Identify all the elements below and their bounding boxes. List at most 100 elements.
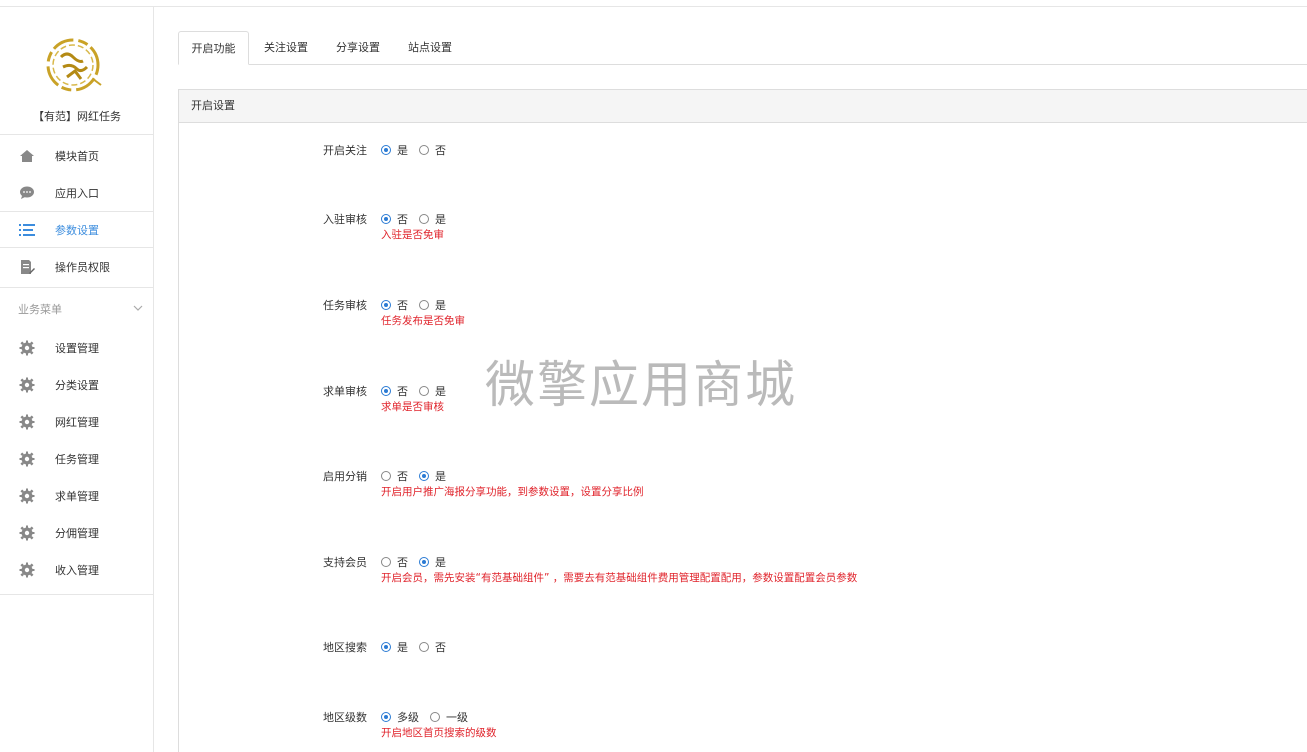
edit-doc-icon xyxy=(18,258,36,276)
setting-label: 任务审核 xyxy=(323,299,367,312)
nav-item-operators[interactable]: 操作员权限 xyxy=(0,248,153,285)
radio-label: 是 xyxy=(435,299,446,312)
radio-label: 是 xyxy=(397,144,408,157)
radio-label: 否 xyxy=(397,299,408,312)
setting-label: 地区级数 xyxy=(323,711,367,724)
tab-enable-features[interactable]: 开启功能 xyxy=(178,31,249,65)
radio-button[interactable] xyxy=(419,145,429,155)
nav-item-label: 设置管理 xyxy=(55,341,99,355)
tab-share-settings[interactable]: 分享设置 xyxy=(324,31,392,65)
radio-button[interactable] xyxy=(381,386,391,396)
radio-label: 否 xyxy=(397,556,408,569)
radio-label: 是 xyxy=(435,213,446,226)
radio-button[interactable] xyxy=(381,471,391,481)
radio-button[interactable] xyxy=(381,557,391,567)
radio-button[interactable] xyxy=(419,642,429,652)
top-divider xyxy=(0,6,1307,7)
radio-option[interactable]: 是 xyxy=(419,554,446,570)
radio-button[interactable] xyxy=(419,214,429,224)
business-menu-list: 设置管理 分类设置 网红管理 任务管理 求单管理 分佣管理 收入管理 xyxy=(0,329,153,595)
help-text: 开启用户推广海报分享功能，到参数设置，设置分享比例 xyxy=(381,486,644,498)
nav-item-home[interactable]: 模块首页 xyxy=(0,137,153,174)
nav-item-requests[interactable]: 求单管理 xyxy=(0,477,153,514)
radio-option[interactable]: 是 xyxy=(419,383,446,399)
radio-label: 是 xyxy=(435,385,446,398)
radio-option[interactable]: 多级 xyxy=(381,709,419,725)
tab-site-settings[interactable]: 站点设置 xyxy=(396,31,464,65)
nav-item-label: 模块首页 xyxy=(55,149,99,163)
radio-option[interactable]: 否 xyxy=(381,468,408,484)
nav-item-tasks[interactable]: 任务管理 xyxy=(0,440,153,477)
gear-icon xyxy=(18,561,36,579)
radio-button[interactable] xyxy=(419,557,429,567)
radio-button[interactable] xyxy=(381,712,391,722)
radio-option[interactable]: 一级 xyxy=(430,709,468,725)
nav-item-label: 收入管理 xyxy=(55,563,99,577)
radio-label: 是 xyxy=(435,470,446,483)
gear-icon xyxy=(18,487,36,505)
radio-option[interactable]: 是 xyxy=(419,468,446,484)
nav-item-category[interactable]: 分类设置 xyxy=(0,366,153,403)
home-icon xyxy=(18,147,36,165)
radio-label: 否 xyxy=(397,385,408,398)
nav-item-settings-mgmt[interactable]: 设置管理 xyxy=(0,329,153,366)
radio-option[interactable]: 是 xyxy=(419,211,446,227)
nav-item-commission[interactable]: 分佣管理 xyxy=(0,514,153,551)
help-text: 入驻是否免审 xyxy=(381,229,444,241)
help-text: 开启会员，需先安装“有范基础组件” ，需要去有范基础组件费用管理配置配用，参数设… xyxy=(381,572,858,584)
help-text: 求单是否审核 xyxy=(381,401,444,413)
nav-item-label: 分类设置 xyxy=(55,378,99,392)
radio-button[interactable] xyxy=(381,145,391,155)
nav-item-label: 应用入口 xyxy=(55,186,99,200)
radio-button[interactable] xyxy=(419,386,429,396)
setting-label: 入驻审核 xyxy=(323,213,367,226)
nav-item-entry[interactable]: 应用入口 xyxy=(0,174,153,211)
app-name: 【有范】网红任务 xyxy=(33,110,121,123)
nav-item-params[interactable]: 参数设置 xyxy=(0,211,153,248)
radio-option[interactable]: 否 xyxy=(381,554,408,570)
radio-button[interactable] xyxy=(419,300,429,310)
settings-panel: 开启设置 开启关注 是 否 入驻审核 否 是 入驻是否免审 任务审核 否 是 任… xyxy=(178,89,1307,752)
radio-button[interactable] xyxy=(381,300,391,310)
gear-icon xyxy=(18,524,36,542)
radio-option[interactable]: 否 xyxy=(419,639,446,655)
setting-label: 支持会员 xyxy=(323,556,367,569)
tab-follow-settings[interactable]: 关注设置 xyxy=(252,31,320,65)
sidebar: 【有范】网红任务 模块首页 应用入口 参数设置 操作员权限 业务菜单 设置管理 … xyxy=(0,7,154,752)
nav-item-influencer[interactable]: 网红管理 xyxy=(0,403,153,440)
app-logo-icon xyxy=(46,38,102,92)
help-text: 开启地区首页搜索的级数 xyxy=(381,727,497,739)
radio-option[interactable]: 是 xyxy=(419,297,446,313)
gear-icon xyxy=(18,413,36,431)
help-text: 任务发布是否免审 xyxy=(381,315,465,327)
radio-label: 否 xyxy=(435,144,446,157)
radio-button[interactable] xyxy=(430,712,440,722)
radio-label: 否 xyxy=(397,213,408,226)
radio-option[interactable]: 是 xyxy=(381,142,408,158)
radio-option[interactable]: 是 xyxy=(381,639,408,655)
nav-item-label: 网红管理 xyxy=(55,415,99,429)
radio-button[interactable] xyxy=(419,471,429,481)
gear-icon xyxy=(18,450,36,468)
nav-item-income[interactable]: 收入管理 xyxy=(0,551,153,588)
radio-button[interactable] xyxy=(381,642,391,652)
chat-bubble-icon xyxy=(18,184,36,202)
setting-label: 地区搜索 xyxy=(323,641,367,654)
radio-option[interactable]: 否 xyxy=(381,383,408,399)
radio-label: 多级 xyxy=(397,711,419,724)
setting-label: 开启关注 xyxy=(323,144,367,157)
radio-option[interactable]: 否 xyxy=(381,297,408,313)
radio-label: 一级 xyxy=(446,711,468,724)
chevron-down-icon xyxy=(133,301,143,314)
radio-option[interactable]: 否 xyxy=(419,142,446,158)
nav-item-label: 求单管理 xyxy=(55,489,99,503)
nav-item-label: 参数设置 xyxy=(55,223,99,237)
radio-label: 否 xyxy=(397,470,408,483)
radio-button[interactable] xyxy=(381,214,391,224)
radio-option[interactable]: 否 xyxy=(381,211,408,227)
panel-title: 开启设置 xyxy=(179,90,1307,123)
list-icon xyxy=(18,221,36,239)
business-menu-title: 业务菜单 xyxy=(18,302,62,316)
business-menu-header[interactable]: 业务菜单 xyxy=(0,287,153,329)
gear-icon xyxy=(18,339,36,357)
